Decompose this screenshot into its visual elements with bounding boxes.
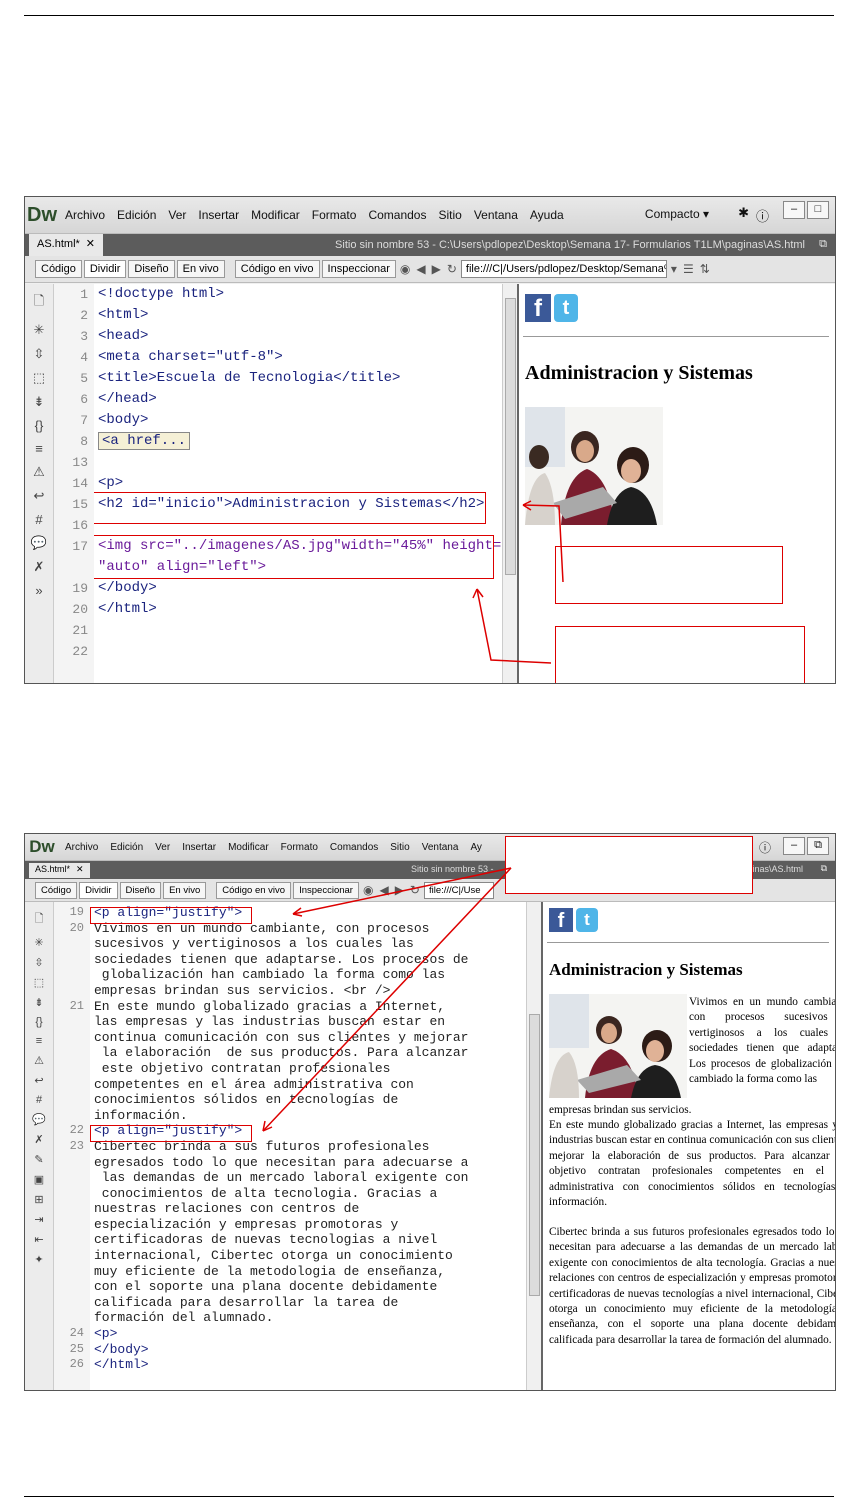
page-bottom-rule	[24, 1496, 834, 1497]
annotation-arrows	[262, 867, 512, 1132]
dreamweaver-window-2: Dw Archivo Edición Ver Insertar Modifica…	[24, 833, 836, 1391]
dreamweaver-window-1: Dw Archivo Edición Ver Insertar Modifica…	[24, 196, 836, 684]
arrow-to-h2	[522, 504, 564, 583]
arrow-to-p1	[292, 867, 512, 915]
arrow-to-p2	[262, 867, 512, 1132]
page-top-rule	[24, 15, 834, 16]
annotation-arrows	[472, 500, 564, 664]
arrow-to-img	[476, 588, 552, 664]
